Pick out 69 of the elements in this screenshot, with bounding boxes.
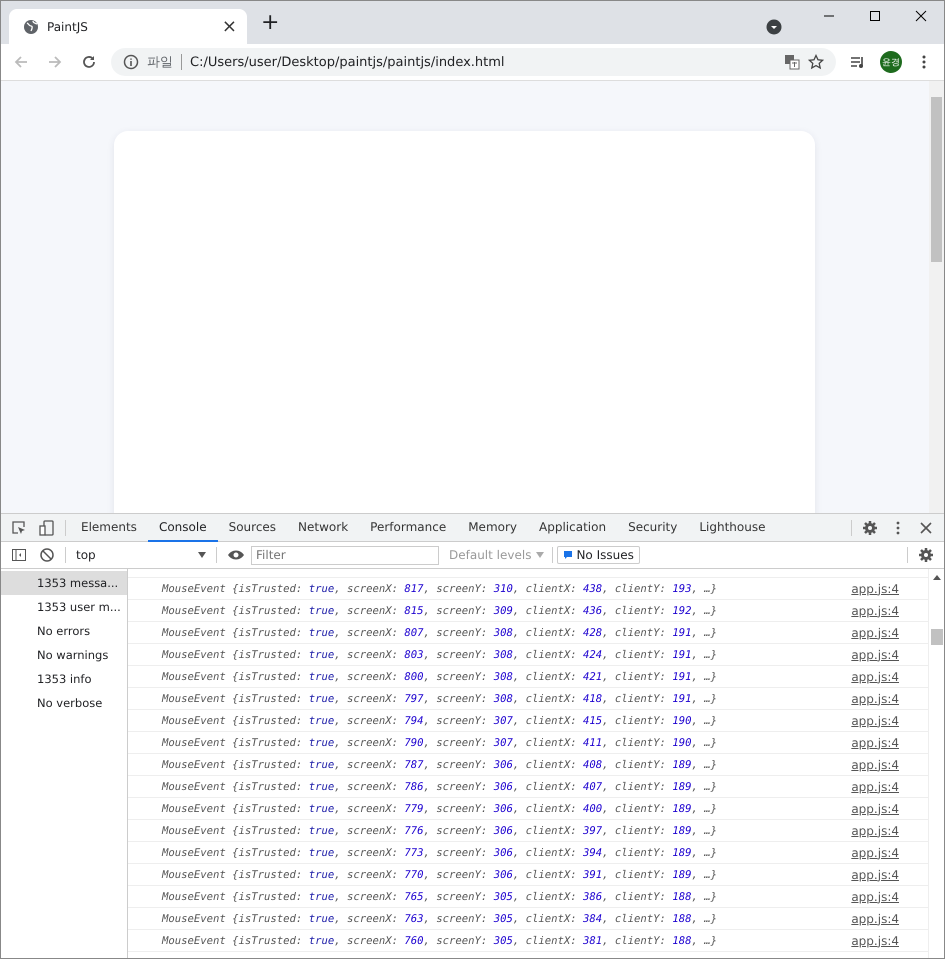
- devtools-tab[interactable]: Network: [287, 514, 360, 542]
- scheme-label: 파일: [147, 54, 173, 71]
- close-tab-button[interactable]: ×: [222, 16, 237, 37]
- console-message[interactable]: MouseEvent {isTrusted: true, screenX: 760, screenY: 305, clientX: 381, clientY: 188, …}: [162, 934, 717, 946]
- devtools-tab[interactable]: Elements: [70, 514, 148, 542]
- console-message[interactable]: MouseEvent {isTrusted: true, screenX: 765, screenY: 305, clientX: 386, clientY: 188, …}: [162, 890, 717, 902]
- console-message[interactable]: MouseEvent {isTrusted: true, screenX: 800, screenY: 308, clientX: 421, clientY: 191, …}: [162, 670, 717, 682]
- console-message[interactable]: MouseEvent {isTrusted: true, screenX: 786, screenY: 306, clientX: 407, clientY: 189, …}: [162, 780, 717, 792]
- console-message[interactable]: MouseEvent {isTrusted: true, screenX: 817, screenY: 310, clientX: 438, clientY: 193, …}: [162, 582, 717, 594]
- sidebar-item[interactable]: No warnings: [1, 643, 127, 667]
- source-link[interactable]: app.js:4: [851, 934, 899, 948]
- sidebar-item[interactable]: No errors: [1, 619, 127, 643]
- console-message[interactable]: MouseEvent {isTrusted: true, screenX: 779, screenY: 306, clientX: 400, clientY: 189, …}: [162, 802, 717, 814]
- console-message[interactable]: MouseEvent {isTrusted: true, screenX: 763, screenY: 305, clientX: 384, clientY: 188, …}: [162, 912, 717, 924]
- devtools-tab[interactable]: Lighthouse: [688, 514, 776, 542]
- url-text: C:/Users/user/Desktop/paintjs/paintjs/index.html: [190, 54, 505, 70]
- page-scrollbar[interactable]: [929, 81, 944, 513]
- sidebar-item[interactable]: 1353 messa...: [1, 571, 127, 595]
- source-link[interactable]: app.js:4: [851, 736, 899, 750]
- console-message[interactable]: MouseEvent {isTrusted: true, screenX: 803, screenY: 308, clientX: 424, clientY: 191, …}: [162, 648, 717, 660]
- filter-field[interactable]: Filter: [251, 546, 439, 564]
- source-link[interactable]: app.js:4: [851, 582, 899, 596]
- console-scrollbar[interactable]: [928, 569, 944, 958]
- issues-button[interactable]: No Issues: [557, 546, 640, 564]
- source-link[interactable]: app.js:4: [851, 846, 899, 860]
- source-link[interactable]: app.js:4: [851, 604, 899, 618]
- console-message[interactable]: MouseEvent {isTrusted: true, screenX: 787, screenY: 306, clientX: 408, clientY: 189, …}: [162, 758, 717, 770]
- source-link[interactable]: app.js:4: [851, 824, 899, 838]
- sidebar-item[interactable]: No verbose: [1, 691, 127, 715]
- address-bar[interactable]: 파일 C:/Users/user/Desktop/paintjs/paintjs/index.html: [111, 48, 836, 76]
- scrollbar-thumb[interactable]: [930, 629, 942, 645]
- devtools-tab[interactable]: Sources: [218, 514, 288, 542]
- devtools-tab[interactable]: Application: [528, 514, 618, 542]
- console-message[interactable]: MouseEvent {isTrusted: true, screenX: 770, screenY: 306, clientX: 391, clientY: 189, …}: [162, 868, 717, 880]
- console-message[interactable]: MouseEvent {isTrusted: true, screenX: 776, screenY: 306, clientX: 397, clientY: 189, …}: [162, 824, 717, 836]
- console-message[interactable]: MouseEvent {isTrusted: true, screenX: 797, screenY: 308, clientX: 418, clientY: 191, …}: [162, 692, 717, 704]
- devtools-tab[interactable]: Performance: [359, 514, 458, 542]
- profile-avatar[interactable]: 윤경: [880, 51, 902, 73]
- source-link[interactable]: app.js:4: [851, 692, 899, 706]
- source-link[interactable]: app.js:4: [851, 912, 899, 926]
- star-icon[interactable]: [808, 54, 824, 70]
- dropdown-icon[interactable]: [766, 18, 782, 34]
- console-message[interactable]: MouseEvent {isTrusted: true, screenX: 773, screenY: 306, clientX: 394, clientY: 189, …}: [162, 846, 717, 858]
- source-link[interactable]: app.js:4: [851, 670, 899, 684]
- scroll-up-icon[interactable]: [932, 574, 940, 580]
- source-link[interactable]: app.js:4: [851, 648, 899, 662]
- message-icon: [563, 550, 574, 560]
- source-link[interactable]: app.js:4: [851, 714, 899, 728]
- source-link[interactable]: app.js:4: [851, 758, 899, 772]
- source-link[interactable]: app.js:4: [851, 780, 899, 794]
- source-link[interactable]: app.js:4: [851, 868, 899, 882]
- new-tab-button[interactable]: +: [261, 10, 280, 35]
- source-link[interactable]: app.js:4: [851, 626, 899, 640]
- console-message[interactable]: MouseEvent {isTrusted: true, screenX: 815, screenY: 309, clientX: 436, clientY: 192, …}: [162, 604, 717, 616]
- devtools-tab[interactable]: Memory: [457, 514, 528, 542]
- tab-title: PaintJS: [47, 20, 89, 34]
- console-message[interactable]: MouseEvent {isTrusted: true, screenX: 807, screenY: 308, clientX: 428, clientY: 191, …}: [162, 626, 717, 638]
- sidebar-item[interactable]: 1353 user m...: [1, 595, 127, 619]
- translate-icon[interactable]: [784, 54, 800, 70]
- sidebar-item[interactable]: 1353 info: [1, 667, 127, 691]
- source-link[interactable]: app.js:4: [851, 890, 899, 904]
- source-link[interactable]: app.js:4: [851, 802, 899, 816]
- console-message[interactable]: MouseEvent {isTrusted: true, screenX: 790, screenY: 307, clientX: 411, clientY: 190, …}: [162, 736, 717, 748]
- browser-tab[interactable]: PaintJS ×: [9, 9, 247, 44]
- context-dropdown[interactable]: top: [70, 548, 212, 562]
- console-message[interactable]: MouseEvent {isTrusted: true, screenX: 794, screenY: 307, clientX: 415, clientY: 190, …}: [162, 714, 717, 726]
- devtools-tab[interactable]: Security: [617, 514, 688, 542]
- globe-icon: [23, 18, 39, 34]
- info-icon: [123, 54, 139, 70]
